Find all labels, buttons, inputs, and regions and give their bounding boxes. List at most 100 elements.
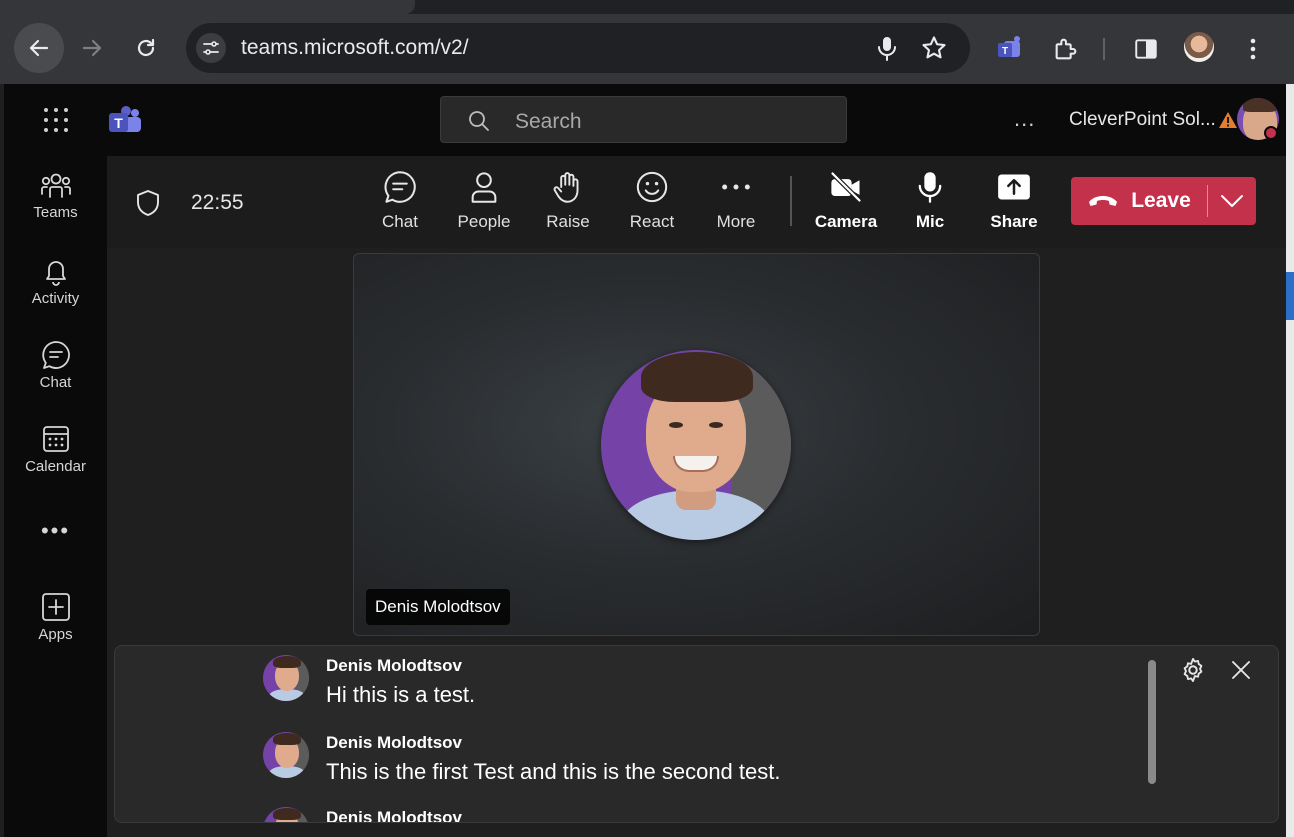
share-button[interactable]: Share: [979, 170, 1049, 240]
smiley-icon: [636, 171, 668, 203]
calendar-icon: [42, 426, 69, 452]
sender-avatar[interactable]: [263, 732, 309, 778]
more-horizontal-icon: [722, 184, 750, 190]
star-icon: [922, 36, 946, 59]
rail-item-calendar[interactable]: Calendar: [4, 424, 107, 494]
org-name[interactable]: CleverPoint Sol...: [1069, 109, 1216, 131]
teams-extension-button[interactable]: T: [994, 33, 1026, 65]
reload-button[interactable]: [121, 23, 171, 73]
grid-dot: [54, 118, 58, 122]
share-label: Share: [990, 212, 1038, 231]
side-panel-button[interactable]: [1130, 33, 1162, 65]
bell-icon: [45, 261, 66, 286]
participant-name-tag: Denis Molodtsov: [366, 589, 510, 625]
close-icon[interactable]: [1229, 658, 1253, 682]
back-button[interactable]: [14, 23, 64, 73]
forward-button[interactable]: [67, 23, 117, 73]
rail-item-teams[interactable]: Teams: [4, 172, 107, 242]
camera-off-icon: [830, 171, 862, 203]
browser-profile-avatar[interactable]: [1184, 32, 1214, 62]
hand-icon: [553, 172, 579, 203]
arrow-left-icon: [29, 39, 49, 57]
kebab-menu-icon: [1250, 38, 1256, 60]
address-bar[interactable]: teams.microsoft.com/v2/: [186, 23, 970, 73]
rail-item-apps[interactable]: Apps: [4, 592, 107, 662]
extensions-button[interactable]: [1050, 33, 1082, 65]
more-actions-button[interactable]: More: [701, 170, 771, 240]
grid-dot: [64, 128, 68, 132]
rail-label: Calendar: [25, 458, 86, 475]
rail-item-chat[interactable]: Chat: [4, 340, 107, 410]
voice-search-button[interactable]: [874, 34, 900, 62]
search-input[interactable]: Search: [440, 96, 847, 143]
rail-label: Activity: [31, 290, 80, 307]
sender-avatar[interactable]: [263, 655, 309, 701]
avatar-eye: [669, 422, 683, 428]
camera-label: Camera: [814, 212, 878, 231]
teams-logo-icon: T: [109, 106, 141, 132]
url-text[interactable]: teams.microsoft.com/v2/: [241, 36, 469, 60]
microphone-icon: [878, 37, 896, 61]
chevron-down-icon: [1221, 195, 1243, 207]
puzzle-icon: [1055, 38, 1077, 60]
shield-icon[interactable]: [135, 189, 161, 217]
grid-dot: [54, 108, 58, 112]
message-text: Hi this is a test.: [326, 682, 476, 707]
raise-hand-button[interactable]: Raise: [533, 170, 603, 240]
leave-button-group: Leave: [1071, 177, 1256, 225]
more-label: More: [716, 212, 756, 231]
grid-dot: [54, 128, 58, 132]
leave-button[interactable]: Leave: [1071, 177, 1207, 225]
browser-tab-active[interactable]: [0, 0, 415, 14]
react-label: React: [629, 212, 675, 231]
leave-options-dropdown[interactable]: [1208, 177, 1256, 225]
svg-text:T: T: [1002, 46, 1008, 57]
toolbar-divider: [1103, 38, 1105, 60]
participant-video-tile[interactable]: Denis Molodtsov: [353, 253, 1040, 636]
camera-button[interactable]: Camera: [811, 170, 881, 240]
gear-icon[interactable]: [1179, 656, 1207, 684]
bookmark-button[interactable]: [920, 34, 948, 62]
chat-button[interactable]: Chat: [365, 170, 435, 240]
chat-scrollbar[interactable]: [1148, 660, 1156, 784]
rail-label: Apps: [38, 626, 73, 643]
participant-avatar: [601, 350, 791, 540]
warning-icon[interactable]: [1218, 111, 1238, 129]
chat-icon: [384, 171, 416, 203]
reload-icon: [137, 38, 155, 57]
background-window-accent: [1286, 272, 1294, 320]
meeting-controls-bar: 22:55 Chat People Raise React More Camer…: [107, 156, 1286, 248]
rail-label: Chat: [39, 374, 72, 391]
rail-more-apps-button[interactable]: •••: [4, 518, 107, 544]
svg-text:T: T: [114, 115, 123, 131]
grid-dot: [64, 118, 68, 122]
avatar-hair: [273, 808, 301, 820]
hang-up-icon: [1089, 196, 1118, 206]
sender-name: Denis Molodtsov: [326, 808, 463, 823]
chat-bubbles-panel: Denis Molodtsov Hi this is a test. Denis…: [114, 645, 1279, 823]
people-label: People: [457, 212, 511, 231]
mic-label: Mic: [915, 212, 945, 231]
app-launcher-button[interactable]: [44, 108, 68, 132]
avatar-eye: [709, 422, 723, 428]
rail-item-activity[interactable]: Activity: [4, 256, 107, 326]
grid-dot: [44, 108, 48, 112]
sender-name: Denis Molodtsov: [326, 733, 463, 752]
settings-more-button[interactable]: ...: [1014, 106, 1035, 132]
sender-avatar[interactable]: [263, 807, 309, 822]
microphone-icon: [918, 172, 942, 203]
mic-button[interactable]: Mic: [895, 170, 965, 240]
presence-status-badge: [1264, 126, 1278, 140]
grid-dot: [44, 128, 48, 132]
teams-header: T Search ... CleverPoint Sol...: [4, 84, 1286, 156]
person-icon: [471, 172, 497, 203]
browser-tabstrip: [0, 0, 1294, 14]
browser-menu-button[interactable]: [1237, 33, 1269, 65]
avatar-hair: [273, 656, 301, 668]
background-window-edge: [1286, 84, 1294, 837]
site-info-button[interactable]: [196, 33, 226, 63]
people-button[interactable]: People: [449, 170, 519, 240]
meeting-stage: Denis Molodtsov Denis Molodtsov Hi this …: [107, 248, 1286, 837]
react-button[interactable]: React: [617, 170, 687, 240]
tune-icon: [203, 41, 219, 55]
